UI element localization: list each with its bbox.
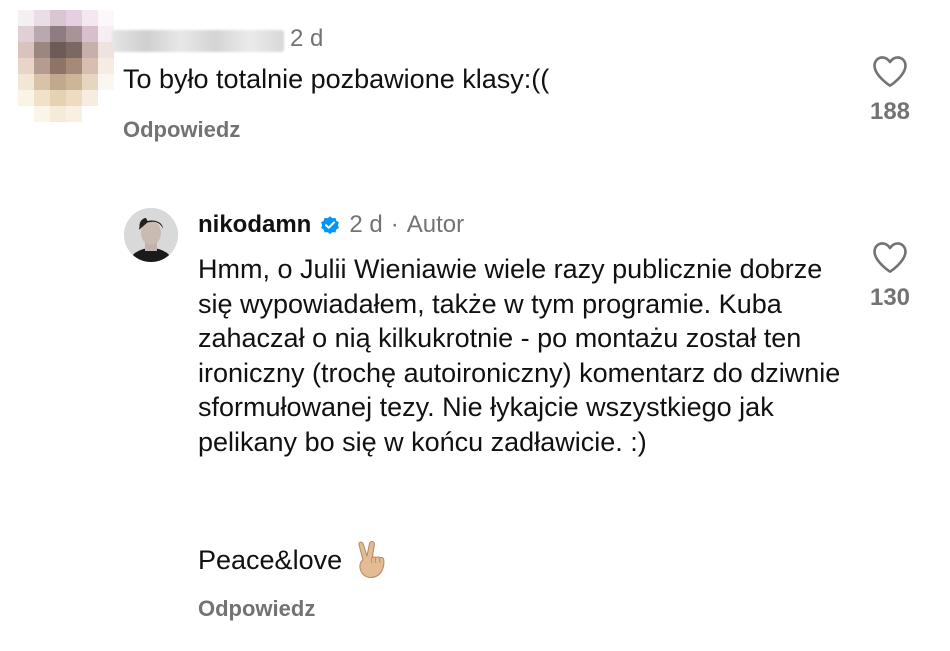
heart-outline-icon [873,242,907,273]
reply-button[interactable]: Odpowiedz [123,117,240,143]
like-button[interactable] [871,240,909,274]
closing-line: Peace&love [198,540,388,580]
closing-text: Peace&love [198,544,343,575]
separator-dot: · [390,211,399,238]
username[interactable]: nikodamn [198,211,311,239]
like-count: 188 [869,98,911,125]
heart-outline-icon [873,56,907,87]
author-badge: Autor [406,211,465,238]
comment-time: 2 d [349,211,383,238]
avatar[interactable] [124,208,178,262]
like-block: 130 [862,240,918,312]
reply-header: nikodamn 2 d · Autor [198,211,464,239]
username-redacted[interactable] [112,30,284,52]
like-block: 188 [862,54,918,126]
comment-text: Hmm, o Julii Wieniawie wiele razy public… [198,254,841,457]
verified-badge-icon [321,216,340,235]
comment-time: 2 d [290,25,324,52]
victory-hand-emoji-icon [358,540,385,579]
reply-button[interactable]: Odpowiedz [198,596,315,622]
like-button[interactable] [871,54,909,88]
like-count: 130 [869,284,911,311]
comment-text: To było totalnie pozbawione klasy:(( [123,64,550,94]
avatar-pixelated[interactable] [18,10,114,122]
profile-photo [124,208,178,262]
